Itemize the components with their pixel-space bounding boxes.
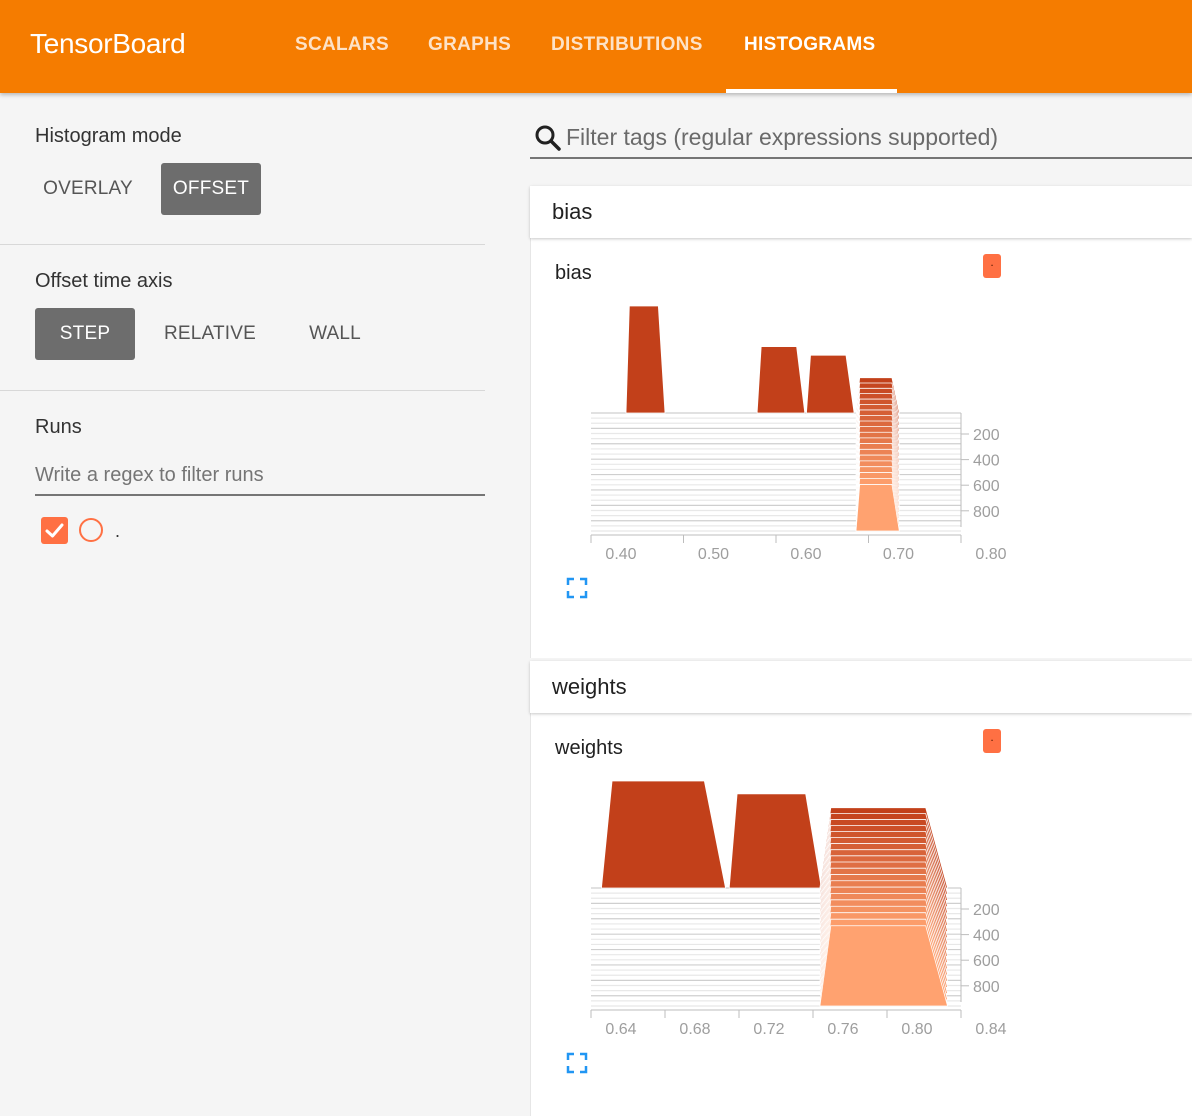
relative-button[interactable]: RELATIVE [155,308,265,360]
y-tick-label: 800 [973,979,1000,996]
y-tick-label: 200 [973,427,1000,444]
fullscreen-icon[interactable] [566,1052,588,1074]
x-tick-label: 0.70 [883,546,914,563]
top-app-bar: TensorBoard SCALARS GRAPHS DISTRIBUTIONS… [0,0,1192,93]
y-tick-label: 200 [973,902,1000,919]
app-title: TensorBoard [30,28,186,59]
y-tick-label: 600 [973,953,1000,970]
offset-time-axis-title: Offset time axis [35,270,173,292]
y-tick-label: 800 [973,504,1000,521]
run-checkbox[interactable] [41,517,68,544]
category-title: weights [552,674,627,699]
x-tick-label: 0.68 [679,1021,710,1038]
x-tick-label: 0.40 [605,546,636,563]
y-tick-label: 400 [973,928,1000,945]
histogram-card-bias: bias . 0.40 0.50 0.60 0.70 0.80 200 400 600 800 [530,238,1192,658]
filter-placeholder: Filter tags (regular expressions support… [566,124,999,150]
x-tick-label: 0.80 [901,1021,932,1038]
wall-button[interactable]: WALL [290,308,380,360]
histogram-slice [855,484,900,532]
run-radio-button[interactable] [79,518,103,542]
x-tick-label: 0.84 [975,1021,1006,1038]
histogram-chart-weights: 0.64 0.68 0.72 0.76 0.80 0.84 200 400 600 800 [590,780,1007,1038]
overlay-button[interactable]: OVERLAY [35,163,141,215]
divider [0,244,485,245]
tab-histograms[interactable]: HISTOGRAMS [744,34,875,56]
divider [0,390,485,391]
run-filter-input[interactable]: Write a regex to filter runs [35,452,485,496]
x-tick-label: 0.60 [790,546,821,563]
checkmark-icon [45,523,64,538]
histogram-chart-bias: 0.40 0.50 0.60 0.70 0.80 200 400 600 800 [590,305,1007,563]
active-tab-indicator [726,89,897,93]
run-name: . [115,521,121,541]
tab-scalars[interactable]: SCALARS [295,34,389,56]
category-header-bias[interactable]: bias [530,186,1192,238]
histogram-mode-title: Histogram mode [35,125,182,147]
tab-graphs[interactable]: GRAPHS [428,34,511,56]
fullscreen-icon[interactable] [566,577,588,599]
sidebar: Histogram mode OVERLAY OFFSET Offset tim… [0,93,485,1116]
category-title: bias [552,199,593,224]
histogram-card-weights: weights . 0.64 0.68 0.72 0.76 0.80 0.84 200 400… [530,713,1192,1116]
histogram-slice [819,925,949,1007]
x-tick-label: 0.80 [975,546,1006,563]
histogram-slice [756,346,806,414]
histogram-slice [625,305,666,414]
tab-distributions[interactable]: DISTRIBUTIONS [551,34,703,56]
x-tick-label: 0.72 [753,1021,784,1038]
histogram-slice [728,793,822,889]
tag-filter-input[interactable]: Filter tags (regular expressions support… [530,115,1192,159]
y-tick-label: 400 [973,453,1000,470]
histogram-slice [806,354,855,414]
x-tick-label: 0.50 [698,546,729,563]
step-button[interactable]: STEP [35,308,135,360]
category-header-weights[interactable]: weights [530,661,1192,713]
runs-title: Runs [35,416,82,438]
x-tick-label: 0.64 [605,1021,636,1038]
offset-button[interactable]: OFFSET [161,163,261,215]
x-tick-label: 0.76 [827,1021,858,1038]
search-icon [535,125,561,151]
histogram-slice [601,780,727,889]
y-tick-label: 600 [973,478,1000,495]
